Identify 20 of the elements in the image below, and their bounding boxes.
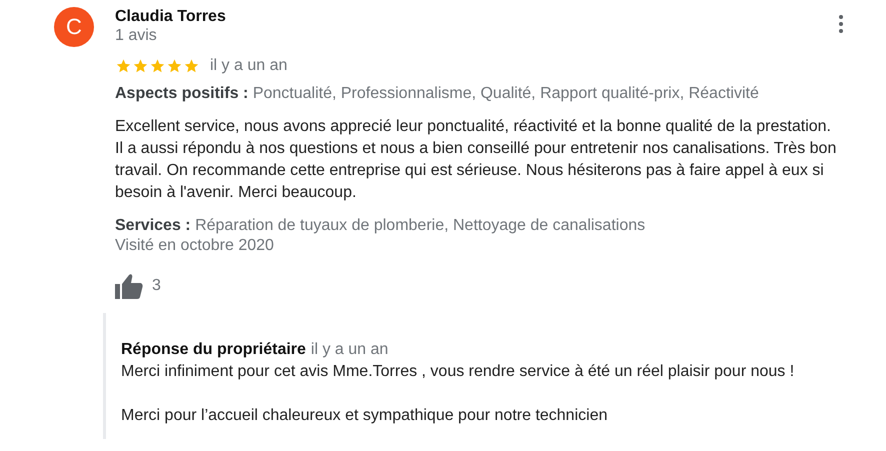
review-text: Excellent service, nous avons apprecié leur ponctualité, réactivité et la bonne qualité de la prestation. Il a aussi répondu à nos questions et nous a bien conseillé pour entretenir nos canalisations. Très bon travail. On recommande cette entreprise qui est sérieuse. Nous hésiterons pas à faire appel à eux si besoin à l'avenir. Merci beaucoup. (115, 117, 838, 203)
like-count: 3 (152, 277, 161, 295)
star-icon (115, 58, 132, 74)
reply-text: Merci pour l’accueil chaleureux et sympathique pour notre technicien (121, 406, 608, 426)
reply-text: Merci infiniment pour cet avis Mme.Torres , vous rendre service à été un réel plaisir pour nous ! (121, 362, 796, 382)
visit-date: Visité en octobre 2020 (115, 236, 275, 256)
services: Services : Réparation de tuyaux de plomberie, Nettoyage de canalisations (115, 216, 646, 236)
star-icon (149, 58, 166, 74)
more-options-icon[interactable] (839, 15, 843, 33)
avatar: C (54, 7, 94, 47)
reply-time: il y a un an (310, 340, 388, 359)
author-name[interactable]: Claudia Torres (115, 7, 226, 26)
review-time: il y a un an (210, 56, 288, 75)
star-icon (166, 58, 183, 74)
positive-aspects: Aspects positifs : Ponctualité, Professionnalisme, Qualité, Rapport qualité-prix, Réactivité (115, 84, 760, 104)
reply-title: Réponse du propriétaire (121, 340, 306, 360)
thumbs-up-icon[interactable] (115, 273, 143, 299)
review-count: 1 avis (115, 26, 158, 45)
star-icon (183, 58, 200, 74)
star-icon (132, 58, 149, 74)
